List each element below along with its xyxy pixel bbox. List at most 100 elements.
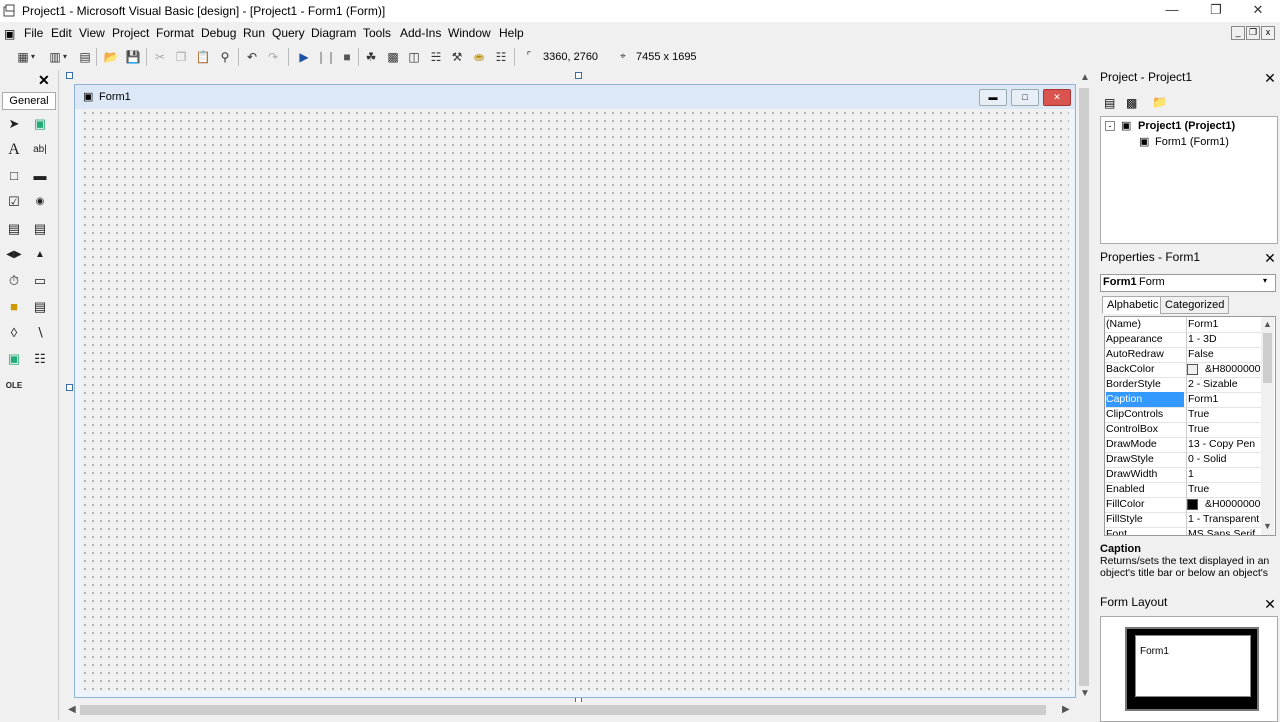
property-row[interactable]: Font MS Sans Serif: [1105, 527, 1263, 535]
property-value[interactable]: 0 - Solid: [1186, 452, 1263, 467]
start-icon[interactable]: ▶: [295, 48, 313, 66]
picturebox-icon[interactable]: ▣: [31, 115, 49, 133]
chevron-down-icon[interactable]: ▾: [28, 48, 38, 66]
checkbox-icon[interactable]: ☑: [5, 193, 23, 211]
property-row[interactable]: Appearance 1 - 3D: [1105, 332, 1261, 348]
property-value[interactable]: Form1: [1186, 317, 1263, 332]
property-value[interactable]: False: [1186, 347, 1263, 362]
property-row[interactable]: (Name) Form1: [1105, 317, 1261, 333]
close-icon[interactable]: ✕: [1262, 596, 1278, 612]
image-icon[interactable]: ▣: [5, 350, 23, 368]
collapse-icon[interactable]: -: [1105, 121, 1115, 131]
dirlistbox-icon[interactable]: ■: [5, 298, 23, 316]
object-selector[interactable]: Form1 Form ▾: [1100, 274, 1276, 292]
project-explorer-icon[interactable]: ☘: [362, 48, 380, 66]
toolbox-icon[interactable]: ⚒: [448, 48, 466, 66]
menu-run[interactable]: Run: [243, 26, 265, 40]
chevron-down-icon[interactable]: ▾: [1263, 276, 1267, 285]
label-icon[interactable]: A: [5, 141, 23, 159]
stop-icon[interactable]: ■: [338, 48, 356, 66]
find-icon[interactable]: ⚲: [216, 48, 234, 66]
properties-scrollbar[interactable]: ▲ ▼: [1261, 317, 1274, 535]
data-view-icon[interactable]: ⛂: [470, 48, 488, 66]
object-browser-icon[interactable]: ☵: [427, 48, 445, 66]
scroll-thumb[interactable]: [1079, 88, 1089, 686]
hscrollbar-icon[interactable]: ◀▶: [5, 246, 23, 264]
menu-view[interactable]: View: [79, 26, 105, 40]
menu-edit[interactable]: Edit: [51, 26, 72, 40]
property-row[interactable]: DrawWidth 1: [1105, 467, 1261, 483]
property-value[interactable]: MS Sans Serif: [1186, 527, 1263, 535]
property-value[interactable]: True: [1186, 422, 1263, 437]
mdi-minimize-icon[interactable]: _: [1231, 26, 1245, 40]
property-row[interactable]: DrawStyle 0 - Solid: [1105, 452, 1261, 468]
form-menu-icon[interactable]: ▣: [4, 27, 15, 41]
menu-window[interactable]: Window: [448, 26, 491, 40]
form-minimize-button[interactable]: ▬: [979, 89, 1007, 106]
undo-icon[interactable]: ↶: [243, 48, 261, 66]
property-value[interactable]: 13 - Copy Pen: [1186, 437, 1263, 452]
property-row[interactable]: ClipControls True: [1105, 407, 1261, 423]
resize-handle[interactable]: [66, 72, 73, 79]
menu-file[interactable]: File: [24, 26, 43, 40]
property-row[interactable]: ControlBox True: [1105, 422, 1261, 438]
form-client-area[interactable]: [81, 109, 1069, 691]
property-row[interactable]: BorderStyle 2 - Sizable: [1105, 377, 1261, 393]
mdi-close-icon[interactable]: x: [1261, 26, 1275, 40]
scroll-down-icon[interactable]: ▼: [1263, 521, 1272, 531]
minimize-button[interactable]: —: [1150, 0, 1194, 20]
property-value[interactable]: True: [1186, 482, 1263, 497]
close-icon[interactable]: ✕: [1262, 70, 1278, 86]
timer-icon[interactable]: ⏱: [5, 272, 23, 290]
filelistbox-icon[interactable]: ▤: [31, 298, 49, 316]
property-row[interactable]: BackColor &H8000000F: [1105, 362, 1263, 378]
property-row[interactable]: FillStyle 1 - Transparent: [1105, 512, 1261, 528]
property-row[interactable]: FillColor &H00000000: [1105, 497, 1263, 513]
scroll-up-icon[interactable]: ▲: [1263, 319, 1272, 329]
property-value[interactable]: Form1: [1186, 392, 1263, 407]
close-icon[interactable]: ✕: [1262, 250, 1278, 266]
menu-diagram[interactable]: Diagram: [311, 26, 356, 40]
property-value[interactable]: 1 - Transparent: [1186, 512, 1263, 527]
cut-icon[interactable]: ✂: [151, 48, 169, 66]
menu-tools[interactable]: Tools: [363, 26, 391, 40]
close-icon[interactable]: ✕: [38, 72, 50, 89]
close-button[interactable]: ✕: [1236, 0, 1280, 20]
tree-item-form1[interactable]: Form1 (Form1): [1155, 136, 1229, 148]
tab-alphabetic[interactable]: Alphabetic: [1102, 296, 1164, 314]
scroll-thumb[interactable]: [1263, 333, 1272, 383]
property-value[interactable]: True: [1186, 407, 1263, 422]
pause-icon[interactable]: ❙❙: [316, 48, 336, 66]
scroll-right-icon[interactable]: ▶: [1062, 704, 1070, 715]
property-row[interactable]: DrawMode 13 - Copy Pen: [1105, 437, 1261, 453]
textbox-icon[interactable]: ab|: [31, 141, 49, 159]
property-value[interactable]: 1 - 3D: [1186, 332, 1263, 347]
frame-icon[interactable]: □: [5, 167, 23, 185]
designer-vertical-scrollbar[interactable]: ▲ ▼: [1077, 72, 1091, 702]
line-icon[interactable]: ∖: [31, 324, 49, 342]
ole-icon[interactable]: OLE: [5, 377, 23, 395]
toggle-folders-icon[interactable]: 📁: [1152, 95, 1167, 109]
data-icon[interactable]: ☷: [31, 350, 49, 368]
property-row[interactable]: Enabled True: [1105, 482, 1261, 498]
mdi-restore-icon[interactable]: ❐: [1246, 26, 1260, 40]
component-manager-icon[interactable]: ☷: [492, 48, 510, 66]
toolbox-tab-general[interactable]: General: [2, 92, 56, 110]
optionbutton-icon[interactable]: ◉: [31, 193, 49, 211]
menu-addins[interactable]: Add-Ins: [400, 26, 441, 40]
menu-format[interactable]: Format: [156, 26, 194, 40]
resize-handle[interactable]: [575, 72, 582, 79]
menu-help[interactable]: Help: [499, 26, 524, 40]
scroll-down-icon[interactable]: ▼: [1080, 688, 1090, 699]
layout-form-thumbnail[interactable]: Form1: [1135, 635, 1251, 697]
menu-project[interactable]: Project: [112, 26, 149, 40]
menu-editor-icon[interactable]: ▤: [76, 48, 94, 66]
pointer-icon[interactable]: ➤: [5, 115, 23, 133]
property-row-selected[interactable]: Caption Form1: [1105, 392, 1261, 408]
restore-button[interactable]: ❐: [1194, 0, 1238, 20]
shape-icon[interactable]: ◊: [5, 324, 23, 342]
form-maximize-button[interactable]: □: [1011, 89, 1039, 106]
resize-handle[interactable]: [66, 384, 73, 391]
drivelistbox-icon[interactable]: ▭: [31, 272, 49, 290]
form-window[interactable]: ▣ Form1 ▬ □ ✕: [74, 84, 1076, 698]
